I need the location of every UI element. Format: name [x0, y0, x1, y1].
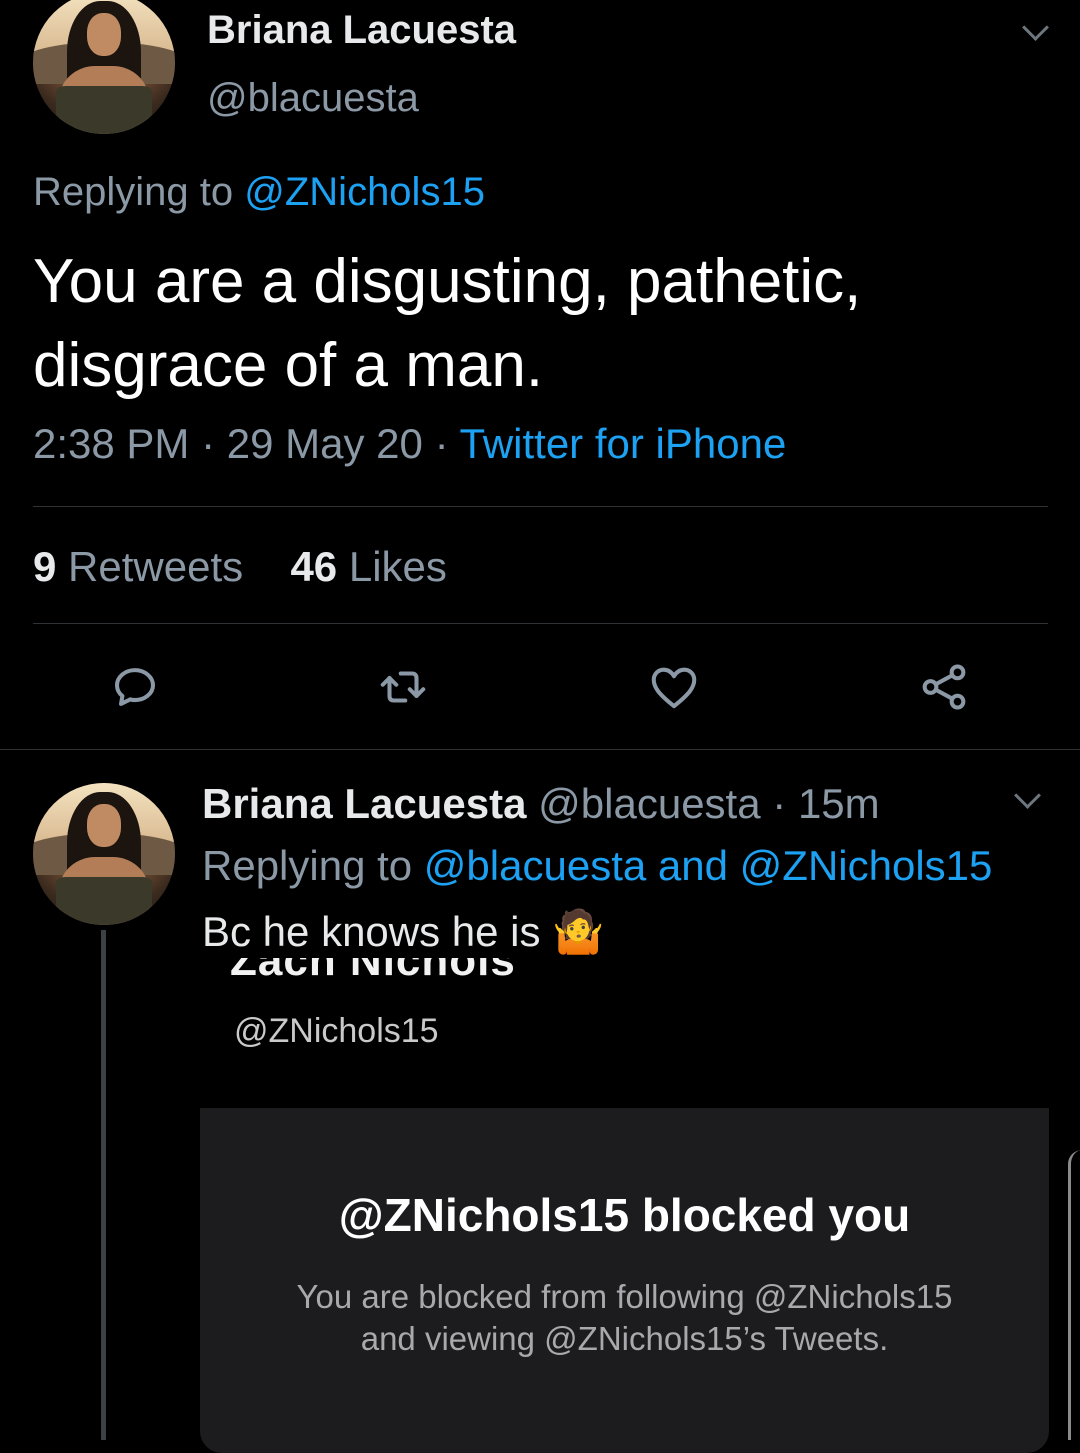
like-icon[interactable]: [647, 660, 701, 714]
embedded-profile-name-cut: Zach Nichols: [230, 958, 630, 988]
likes-count: 46: [290, 543, 338, 590]
screen-edge: [1068, 1150, 1080, 1440]
meta-separator: ·: [434, 420, 449, 467]
tweet-meta: 2:38 PM · 29 May 20 · Twitter for iPhone: [33, 420, 786, 468]
meta-separator: ·: [772, 780, 787, 827]
tweet-text-line: You are a disgusting, pathetic,: [33, 247, 862, 316]
blocked-title: @ZNichols15 blocked you: [338, 1189, 911, 1241]
replying-prefix: Replying to: [202, 842, 413, 889]
replying-to-line: Replying to @ZNichols15: [33, 170, 485, 215]
retweets-label: Retweets: [68, 543, 244, 590]
divider: [33, 506, 1048, 507]
tweet-time: 2:38 PM: [33, 420, 190, 467]
likes-label: Likes: [348, 543, 447, 590]
reply-author-handle[interactable]: @blacuesta: [538, 780, 760, 827]
tweet-stats: 9 Retweets 46 Likes: [33, 543, 447, 591]
share-icon[interactable]: [917, 660, 971, 714]
chevron-down-icon[interactable]: [1022, 14, 1049, 41]
reply-age: 15m: [797, 780, 880, 827]
author-name[interactable]: Briana Lacuesta: [207, 8, 516, 53]
thread-line: [101, 930, 106, 1440]
divider: [0, 749, 1080, 750]
replying-to-link[interactable]: @ZNichols15: [740, 842, 993, 889]
tweet-text: You are a disgusting, pathetic, disgrace…: [33, 240, 1033, 408]
replying-to-link[interactable]: @blacuesta: [424, 842, 646, 889]
retweets-stat[interactable]: 9 Retweets: [33, 543, 243, 590]
blocked-description: You are blocked from following @ZNichols…: [200, 1276, 1049, 1360]
replying-prefix: Replying to: [33, 170, 234, 214]
replying-and: and: [657, 842, 728, 889]
embedded-profile-name: Zach Nichols: [230, 958, 516, 985]
likes-stat[interactable]: 46 Likes: [290, 543, 446, 590]
author-handle[interactable]: @blacuesta: [207, 76, 419, 121]
reply-replying-to-line: Replying to @blacuesta and @ZNichols15: [202, 842, 992, 890]
retweet-icon[interactable]: [376, 660, 430, 714]
blocked-notice-card: @ZNichols15 blocked you You are blocked …: [200, 1108, 1049, 1453]
blocked-description-line: and viewing @ZNichols15’s Tweets.: [360, 1320, 889, 1357]
blocked-description-line: You are blocked from following @ZNichols…: [296, 1278, 953, 1315]
tweet-date: 29 May 20: [226, 420, 423, 467]
reply-header: Briana Lacuesta @blacuesta · 15m: [202, 780, 880, 828]
author-avatar[interactable]: [33, 0, 175, 134]
tweet-source-link[interactable]: Twitter for iPhone: [459, 420, 786, 467]
reply-icon[interactable]: [108, 660, 162, 714]
retweets-count: 9: [33, 543, 57, 590]
reply-author-avatar[interactable]: [33, 783, 175, 925]
tweet-text-line: disgrace of a man.: [33, 331, 544, 400]
reply-author-name[interactable]: Briana Lacuesta: [202, 780, 526, 827]
meta-separator: ·: [201, 420, 216, 467]
replying-to-link[interactable]: @ZNichols15: [244, 170, 485, 214]
divider: [33, 623, 1048, 624]
chevron-down-icon[interactable]: [1014, 782, 1041, 809]
reply-text: Bc he knows he is 🤷: [202, 908, 605, 955]
embedded-profile-handle: @ZNichols15: [234, 1012, 439, 1050]
